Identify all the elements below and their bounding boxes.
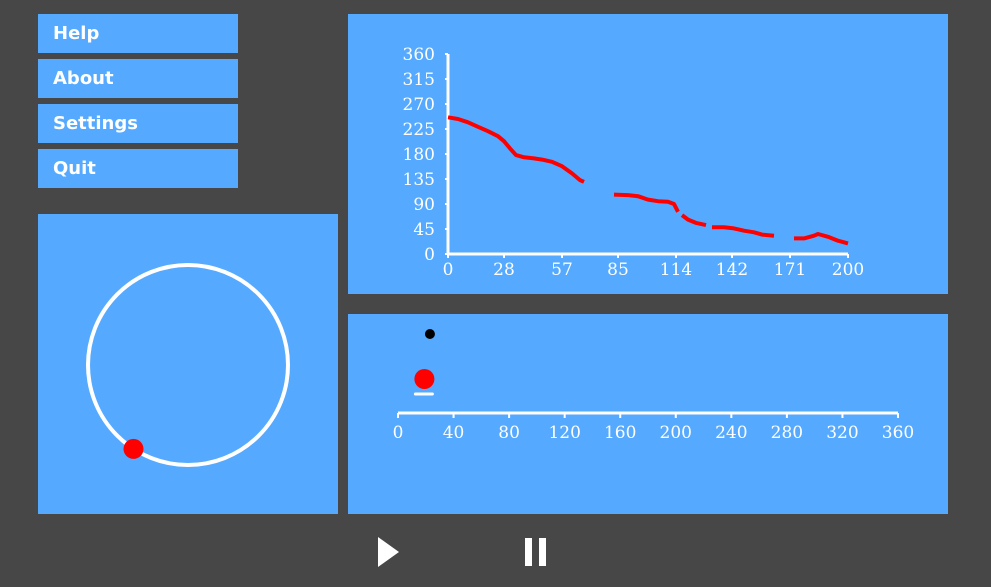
y-tick-label: 270 [403, 95, 435, 115]
y-tick-label: 90 [413, 195, 435, 215]
line-chart-panel: 0 45 90 135 180 225 270 315 360 0 28 57 85 114 142 171 2… [348, 14, 948, 294]
x-tick-label: 114 [660, 260, 692, 280]
x-tick-label: 28 [493, 260, 515, 280]
dial-knob[interactable] [123, 438, 144, 459]
line-chart: 0 45 90 135 180 225 270 315 360 0 28 57 85 114 142 171 2… [403, 45, 865, 280]
series-line-segment [794, 232, 849, 246]
series-line-segment [447, 115, 585, 184]
pause-button[interactable] [520, 534, 550, 570]
series-line-segment [613, 192, 680, 213]
dial-ring [86, 263, 290, 467]
y-tick-label: 315 [403, 70, 435, 90]
slider-tick-label: 320 [826, 423, 858, 443]
play-button[interactable] [374, 534, 404, 570]
x-tick-label: 0 [443, 260, 454, 280]
slider-tick-label: 200 [660, 423, 692, 443]
slider-panel: 0 40 80 120 160 200 240 280 320 360 [348, 314, 948, 514]
y-tick-label: 45 [413, 220, 435, 240]
slider-handle[interactable] [414, 369, 435, 389]
x-tick-label: 142 [716, 260, 748, 280]
angle-slider: 0 40 80 120 160 200 240 280 320 360 [393, 329, 914, 443]
slider-tick-label: 40 [443, 423, 465, 443]
about-button[interactable]: About [38, 59, 238, 98]
series-line-segment [712, 225, 775, 238]
y-tick-label: 180 [403, 145, 435, 165]
y-tick-label: 360 [403, 45, 435, 65]
x-tick-label: 200 [832, 260, 864, 280]
pause-icon [525, 538, 546, 566]
y-tick-label: 0 [424, 245, 435, 265]
slider-tick-label: 360 [882, 423, 914, 443]
y-tick-label: 225 [403, 120, 435, 140]
help-button[interactable]: Help [38, 14, 238, 53]
slider-tick-label: 280 [771, 423, 803, 443]
x-tick-label: 171 [774, 260, 806, 280]
slider-tick-label: 0 [393, 423, 404, 443]
circle-dial-panel [38, 214, 338, 514]
slider-tick-label: 120 [548, 423, 580, 443]
x-tick-label: 57 [551, 260, 573, 280]
settings-button[interactable]: Settings [38, 104, 238, 143]
play-icon [378, 537, 399, 567]
y-tick-label: 135 [403, 170, 435, 190]
series-line-segment [680, 213, 707, 228]
x-tick-label: 85 [607, 260, 629, 280]
slider-tick-label: 160 [604, 423, 636, 443]
slider-tick-label: 80 [498, 423, 520, 443]
quit-button[interactable]: Quit [38, 149, 238, 188]
slider-tick-label: 240 [715, 423, 747, 443]
slider-marker-dot [424, 329, 435, 339]
circle-dial [86, 263, 290, 467]
